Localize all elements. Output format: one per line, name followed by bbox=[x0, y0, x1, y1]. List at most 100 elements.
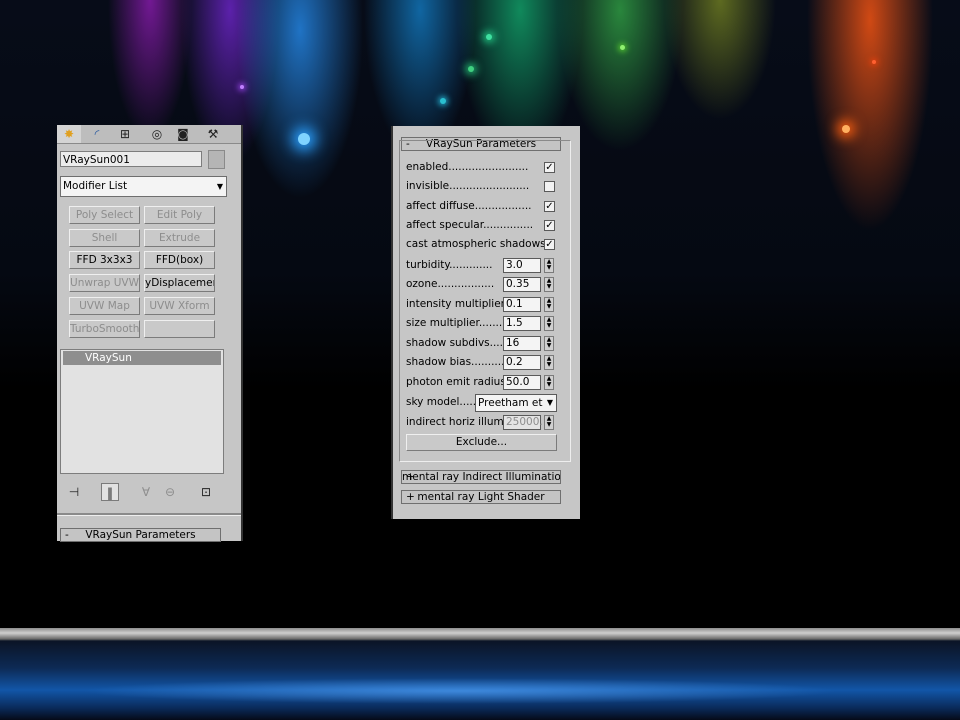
param-affect-diffuse: affect diffuse................. ✓ bbox=[406, 198, 566, 215]
affect-specular-checkbox[interactable]: ✓ bbox=[544, 220, 555, 231]
param-label: indirect horiz illum.. bbox=[406, 416, 511, 428]
param-invisible: invisible........................ bbox=[406, 178, 566, 195]
param-shadow-subdivs: shadow subdivs..... 16 ▲ ▼ bbox=[406, 335, 566, 352]
rollout-mental-ray-light-shader[interactable]: + mental ray Light Shader bbox=[401, 490, 561, 504]
modify-arc-icon[interactable]: ◜ bbox=[85, 125, 109, 143]
display-icon[interactable]: ◙ bbox=[171, 125, 195, 143]
param-label: sky model...... bbox=[406, 396, 480, 408]
command-panel: ✸ ◜ ⊞ ◎ ◙ ⚒ VRaySun001 Modifier List ▼ P… bbox=[57, 125, 243, 542]
object-color-swatch[interactable] bbox=[208, 150, 225, 169]
motion-icon[interactable]: ◎ bbox=[145, 125, 169, 143]
spinner-arrows-icon[interactable]: ▲ ▼ bbox=[544, 258, 554, 273]
light-spark bbox=[468, 66, 474, 72]
param-label: ozone................. bbox=[406, 278, 495, 290]
modifier-button[interactable]: Edit Poly bbox=[144, 206, 215, 224]
command-panel-tabs: ✸ ◜ ⊞ ◎ ◙ ⚒ bbox=[57, 125, 241, 144]
param-label: intensity multiplier.. bbox=[406, 298, 511, 310]
dropdown-arrow-icon: ▼ bbox=[216, 182, 223, 191]
dropdown-arrow-icon: ▼ bbox=[546, 398, 553, 407]
param-intensity-multiplier: intensity multiplier.. 0.1 ▲ ▼ bbox=[406, 296, 566, 313]
light-spark bbox=[486, 34, 492, 40]
stack-item-vraysun[interactable]: VRaySun bbox=[63, 351, 221, 365]
param-turbidity: turbidity............. 3.0 ▲ ▼ bbox=[406, 257, 566, 274]
param-sky-model: sky model...... Preetham et ▼ bbox=[406, 394, 566, 412]
modifier-button[interactable]: UVW Map bbox=[69, 297, 140, 315]
light-spark bbox=[620, 45, 625, 50]
create-star-icon[interactable]: ✸ bbox=[57, 125, 81, 143]
rollout-mental-ray-indirect-illumination[interactable]: + mental ray Indirect Illumination bbox=[401, 470, 561, 484]
spinner-arrows-icon[interactable]: ▲ ▼ bbox=[544, 355, 554, 370]
sky-model-dropdown[interactable]: Preetham et ▼ bbox=[475, 394, 557, 412]
configure-modifier-sets-icon[interactable]: ⊡ bbox=[197, 483, 215, 501]
param-enabled: enabled........................ ✓ bbox=[406, 159, 566, 176]
spinner-arrows-icon[interactable]: ▲ ▼ bbox=[544, 277, 554, 292]
param-label: size multiplier........ bbox=[406, 317, 506, 329]
rollout-title: VRaySun Parameters bbox=[85, 529, 196, 541]
param-label: invisible........................ bbox=[406, 180, 530, 192]
rollout-vraysun-parameters[interactable]: - VRaySun Parameters bbox=[60, 528, 221, 542]
rollout-collapse-sign: - bbox=[65, 529, 69, 541]
light-spark bbox=[240, 85, 244, 89]
param-label: cast atmospheric shadows.. bbox=[406, 238, 553, 250]
shadow-bias-input[interactable]: 0.2 bbox=[503, 355, 541, 370]
pin-stack-icon[interactable]: ⊣ bbox=[65, 483, 83, 501]
modifier-list-dropdown[interactable]: Modifier List ▼ bbox=[60, 176, 227, 197]
bottom-light-band bbox=[0, 628, 960, 720]
spinner-arrows-icon[interactable]: ▲ ▼ bbox=[544, 375, 554, 390]
spinner-arrows-icon[interactable]: ▲ ▼ bbox=[544, 297, 554, 312]
modifier-button[interactable]: FFD(box) bbox=[144, 251, 215, 269]
shadow-subdivs-input[interactable]: 16 bbox=[503, 336, 541, 351]
light-spark bbox=[872, 60, 876, 64]
rollout-title: mental ray Indirect Illumination bbox=[402, 471, 561, 483]
ozone-input[interactable]: 0.35 bbox=[503, 277, 541, 292]
param-affect-specular: affect specular............... ✓ bbox=[406, 217, 566, 234]
vraysun-parameters-panel: - VRaySun Parameters enabled............… bbox=[391, 126, 580, 519]
modifier-button[interactable]: FFD 3x3x3 bbox=[69, 251, 140, 269]
spinner-arrows-icon[interactable]: ▲ ▼ bbox=[544, 336, 554, 351]
hierarchy-icon[interactable]: ⊞ bbox=[113, 125, 137, 143]
rollout-expand-sign: + bbox=[406, 471, 415, 483]
param-label: affect diffuse................. bbox=[406, 200, 532, 212]
enabled-checkbox[interactable]: ✓ bbox=[544, 162, 555, 173]
modifier-button[interactable]: yDisplacementl bbox=[144, 274, 215, 292]
param-cast-atmospheric-shadows: cast atmospheric shadows.. ✓ bbox=[406, 236, 566, 253]
cast-atmospheric-shadows-checkbox[interactable]: ✓ bbox=[544, 239, 555, 250]
modifier-stack[interactable]: VRaySun bbox=[60, 349, 224, 474]
affect-diffuse-checkbox[interactable]: ✓ bbox=[544, 201, 555, 212]
panel-divider bbox=[57, 513, 241, 516]
param-label: photon emit radius. bbox=[406, 376, 510, 388]
intensity-multiplier-input[interactable]: 0.1 bbox=[503, 297, 541, 312]
modifier-button[interactable]: Poly Select bbox=[69, 206, 140, 224]
rollout-title: mental ray Light Shader bbox=[417, 491, 545, 503]
modifier-button[interactable]: Shell bbox=[69, 229, 140, 247]
sky-model-value: Preetham et bbox=[478, 397, 543, 409]
light-spark bbox=[842, 125, 850, 133]
param-size-multiplier: size multiplier........ 1.5 ▲ ▼ bbox=[406, 315, 566, 332]
param-shadow-bias: shadow bias.......... 0.2 ▲ ▼ bbox=[406, 354, 566, 371]
modifier-button[interactable]: Extrude bbox=[144, 229, 215, 247]
turbidity-input[interactable]: 3.0 bbox=[503, 258, 541, 273]
show-end-result-icon[interactable]: ‖ bbox=[101, 483, 119, 501]
param-indirect-horiz-illum: indirect horiz illum.. 25000. ▲ ▼ bbox=[406, 414, 566, 431]
param-label: enabled........................ bbox=[406, 161, 529, 173]
photon-emit-radius-input[interactable]: 50.0 bbox=[503, 375, 541, 390]
indirect-horiz-illum-input[interactable]: 25000. bbox=[503, 415, 543, 430]
param-label: affect specular............... bbox=[406, 219, 534, 231]
modifier-button[interactable]: TurboSmooth bbox=[69, 320, 140, 338]
spinner-arrows-icon[interactable]: ▲ ▼ bbox=[544, 415, 554, 430]
size-multiplier-input[interactable]: 1.5 bbox=[503, 316, 541, 331]
light-spark bbox=[298, 133, 310, 145]
spinner-arrows-icon[interactable]: ▲ ▼ bbox=[544, 316, 554, 331]
modifier-button[interactable]: Unwrap UVW bbox=[69, 274, 140, 292]
object-name-field[interactable]: VRaySun001 bbox=[60, 151, 202, 167]
param-ozone: ozone................. 0.35 ▲ ▼ bbox=[406, 276, 566, 293]
modifier-button[interactable]: UVW Xform bbox=[144, 297, 215, 315]
param-label: turbidity............. bbox=[406, 259, 493, 271]
rollout-expand-sign: + bbox=[406, 491, 415, 503]
make-unique-icon[interactable]: ∀ bbox=[137, 483, 155, 501]
invisible-checkbox[interactable] bbox=[544, 181, 555, 192]
remove-modifier-icon[interactable]: ⊖ bbox=[161, 483, 179, 501]
utilities-hammer-icon[interactable]: ⚒ bbox=[201, 125, 225, 143]
modifier-button[interactable] bbox=[144, 320, 215, 338]
exclude-button[interactable]: Exclude... bbox=[406, 434, 557, 451]
